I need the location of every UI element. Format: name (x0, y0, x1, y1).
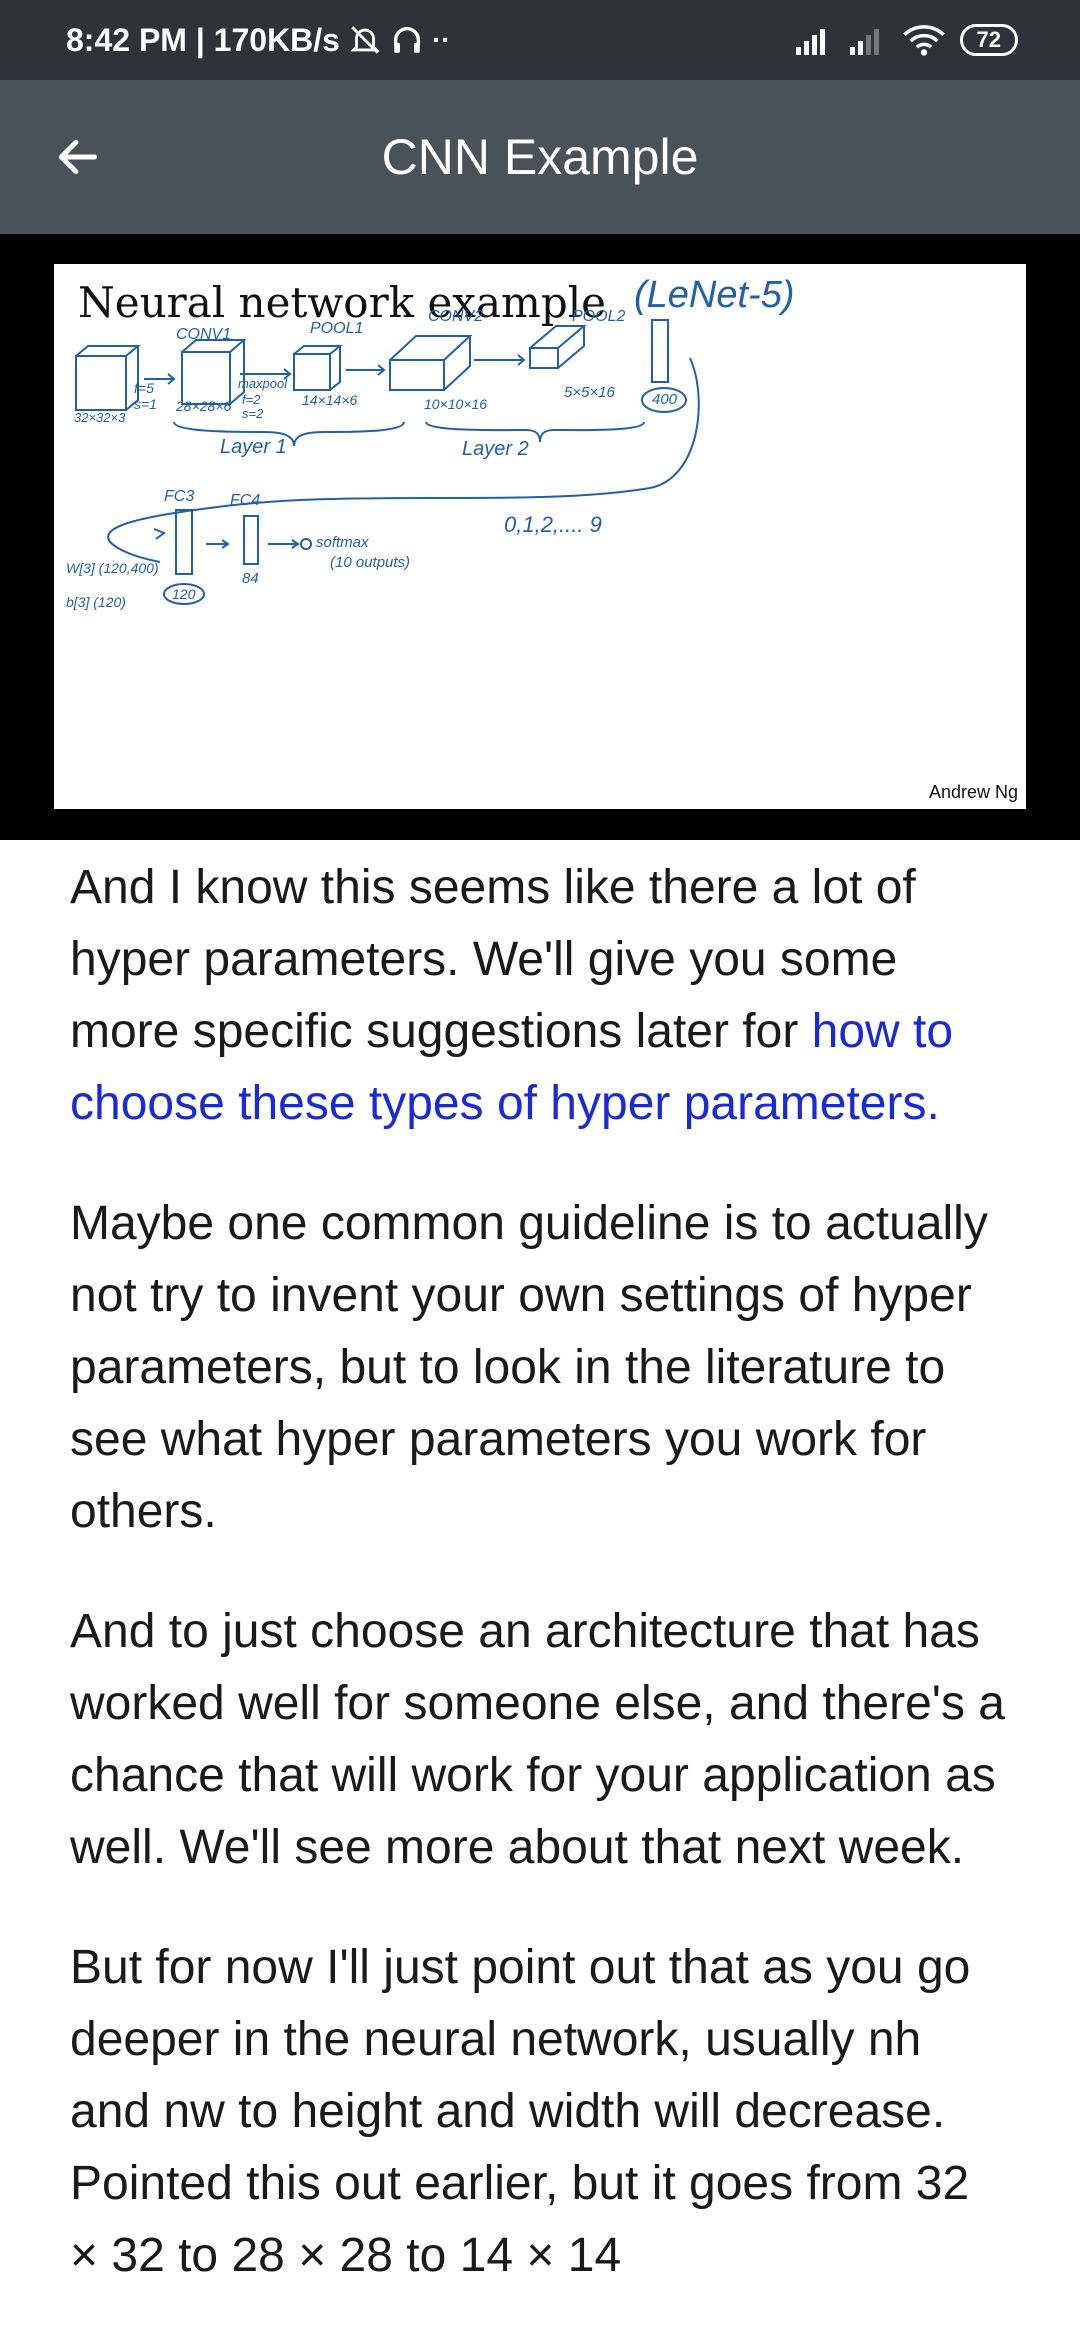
note-w3: W[3] (120,400) (66, 560, 159, 576)
shape-flatten: 400 (652, 391, 678, 408)
param-s2: s=2 (242, 406, 264, 421)
page-title: CNN Example (381, 129, 699, 185)
pool2-cube (529, 347, 559, 369)
label-fc4: FC4 (230, 492, 261, 509)
shape-input: 32×32×3 (74, 410, 126, 425)
app-bar: CNN Example (0, 80, 1080, 234)
slide-credit: Andrew Ng (928, 782, 1018, 802)
input-cube (75, 355, 127, 411)
label-pool1: POOL1 (310, 320, 364, 337)
label-pool2: POOL2 (572, 308, 626, 325)
arrow-left-icon (58, 139, 98, 175)
transcript-paragraph: And to just choose an architecture that … (70, 1605, 1005, 1874)
shape-conv2: 10×10×16 (424, 396, 488, 412)
fc3-vector (175, 509, 193, 575)
shape-pool1: 14×14×6 (302, 392, 358, 408)
paragraph-text: And I know this seems like there a lot o… (70, 861, 916, 1058)
label-conv2: CONV2 (428, 308, 484, 325)
more-status-icon: ·· (431, 24, 451, 55)
back-button[interactable] (48, 127, 108, 187)
param-maxpool: maxpool (238, 376, 288, 391)
label-conv1: CONV1 (176, 326, 232, 343)
transcript-paragraph: But for now I'll just point out that as … (70, 1941, 971, 2282)
status-left: 8:42 PM | 170KB/s ·· (66, 22, 451, 59)
fc4-vector (243, 515, 259, 565)
headset-icon (393, 27, 421, 53)
signal-1-icon (795, 29, 825, 55)
conv2-cube (389, 359, 445, 391)
note-digits: 0,1,2,.... 9 (504, 512, 602, 537)
conv1-cube (181, 351, 231, 405)
battery-indicator: 72 (959, 24, 1018, 56)
transcript-paragraph: And I know this seems like there a lot o… (70, 852, 1010, 1140)
note-b3: b[3] (120) (66, 594, 126, 610)
signal-2-icon (849, 29, 879, 55)
note-120: 120 (172, 586, 196, 602)
transcript-paragraph: Maybe one common guideline is to actuall… (70, 1197, 988, 1538)
lecture-slide[interactable]: Neural network example (LeNet-5) CONV1 P… (54, 264, 1026, 809)
param-f5: f=5 (134, 380, 154, 396)
transcript: And I know this seems like there a lot o… (0, 852, 1080, 2292)
status-bar: 8:42 PM | 170KB/s ·· 72 (0, 0, 1080, 80)
note-84: 84 (242, 570, 259, 587)
status-time-speed: 8:42 PM | 170KB/s (66, 21, 340, 58)
note-outputs: (10 outputs) (330, 554, 411, 571)
group-layer1: Layer 1 (220, 436, 287, 458)
status-right: 72 (794, 24, 1018, 56)
shape-pool2: 5×5×16 (564, 384, 615, 401)
flatten-vector (651, 319, 669, 383)
note-softmax: softmax (316, 534, 369, 551)
group-layer2: Layer 2 (462, 438, 529, 460)
shape-conv1: 28×28×6 (176, 398, 232, 414)
param-s1: s=1 (134, 396, 157, 412)
slide-container: Neural network example (LeNet-5) CONV1 P… (0, 234, 1080, 840)
label-fc3: FC3 (164, 488, 195, 505)
param-f2: f=2 (242, 392, 261, 407)
wifi-icon (902, 25, 945, 56)
pool1-cube (293, 353, 331, 391)
mute-bell-icon (350, 26, 380, 54)
